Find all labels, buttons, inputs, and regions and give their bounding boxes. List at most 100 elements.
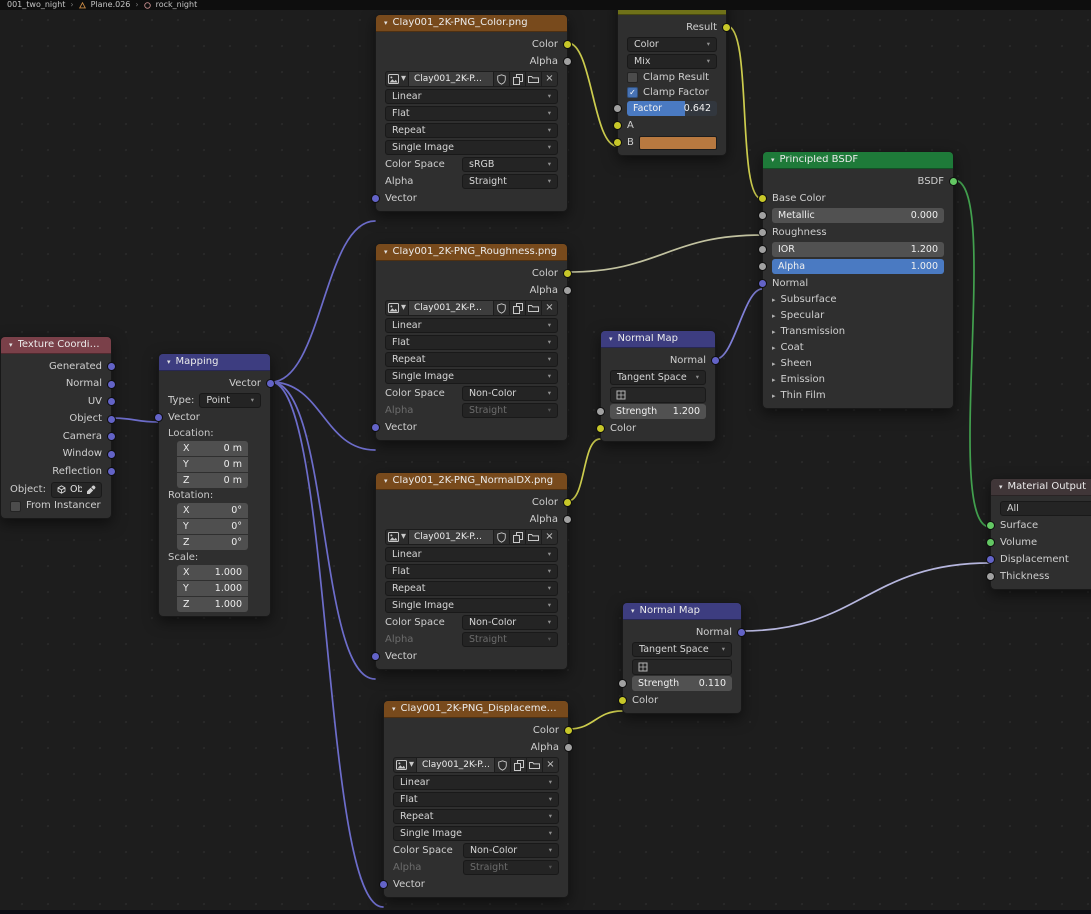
- clamp-result-checkbox[interactable]: [627, 72, 638, 83]
- scale-z-slider[interactable]: Z1.000: [177, 597, 248, 612]
- socket-base-color-input[interactable]: [758, 194, 767, 203]
- chevron-down-icon[interactable]: ▾: [631, 608, 635, 615]
- alpha-mode-dropdown[interactable]: Straight▾: [463, 860, 559, 875]
- open-image-button[interactable]: [527, 757, 543, 773]
- node-header[interactable]: ▾ Normal Map: [623, 603, 741, 620]
- socket-alpha-output[interactable]: [564, 743, 573, 752]
- copy-button[interactable]: [511, 757, 527, 773]
- image-browse-button[interactable]: ▾: [385, 71, 409, 87]
- b-color-swatch[interactable]: [639, 136, 717, 150]
- node-header[interactable]: ▾ Normal Map: [601, 331, 715, 348]
- projection-dropdown[interactable]: Flat▾: [385, 564, 558, 579]
- unlink-button[interactable]: ×: [542, 529, 558, 545]
- space-dropdown[interactable]: Tangent Space▾: [632, 642, 732, 657]
- chevron-down-icon[interactable]: ▾: [392, 706, 396, 713]
- fake-user-button[interactable]: [494, 71, 510, 87]
- chevron-down-icon[interactable]: ▾: [384, 249, 388, 256]
- chevron-down-icon[interactable]: ▾: [167, 359, 171, 366]
- socket-color-output[interactable]: [564, 726, 573, 735]
- scale-y-slider[interactable]: Y1.000: [177, 581, 248, 596]
- blend-mode-dropdown[interactable]: Mix▾: [627, 54, 717, 69]
- projection-dropdown[interactable]: Flat▾: [385, 106, 558, 121]
- socket-normal-output[interactable]: [737, 628, 746, 637]
- rotation-z-slider[interactable]: Z0°: [177, 535, 248, 550]
- socket-roughness-input[interactable]: [758, 228, 767, 237]
- colorspace-dropdown[interactable]: sRGB▾: [462, 157, 558, 172]
- socket-generated-output[interactable]: [107, 362, 116, 371]
- image-browse-button[interactable]: ▾: [393, 757, 417, 773]
- socket-vector-input[interactable]: [379, 880, 388, 889]
- panel-emission[interactable]: ▸ Emission: [763, 372, 953, 388]
- colorspace-dropdown[interactable]: Non-Color▾: [462, 615, 558, 630]
- open-image-button[interactable]: [526, 300, 542, 316]
- source-dropdown[interactable]: Single Image▾: [385, 140, 558, 155]
- breadcrumb-object[interactable]: Plane.026: [91, 1, 131, 9]
- type-dropdown[interactable]: Point ▾: [199, 393, 261, 408]
- socket-displacement-input[interactable]: [986, 555, 995, 564]
- shader-editor-canvas[interactable]: ▾ Texture Coordinate Generated Normal UV…: [0, 0, 1091, 914]
- ior-slider[interactable]: IOR 1.200: [772, 242, 944, 257]
- scale-x-slider[interactable]: X1.000: [177, 565, 248, 580]
- socket-alpha-output[interactable]: [563, 286, 572, 295]
- unlink-button[interactable]: ×: [542, 300, 558, 316]
- node-mix[interactable]: ▾ Mix Result Color▾ Mix▾ Clamp Result ✓ …: [617, 0, 727, 156]
- socket-color-input[interactable]: [618, 696, 627, 705]
- socket-vector-input[interactable]: [371, 194, 380, 203]
- target-dropdown[interactable]: All: [1000, 501, 1091, 516]
- alpha-mode-dropdown[interactable]: Straight▾: [462, 632, 558, 647]
- chevron-down-icon[interactable]: ▾: [384, 478, 388, 485]
- alpha-slider[interactable]: Alpha 1.000: [772, 259, 944, 274]
- socket-reflection-output[interactable]: [107, 467, 116, 476]
- socket-result-output[interactable]: [722, 23, 731, 32]
- eyedropper-icon[interactable]: [86, 485, 96, 495]
- unlink-button[interactable]: ×: [543, 757, 559, 773]
- image-name-field[interactable]: Clay001_2K-P...: [409, 71, 494, 87]
- uv-map-field[interactable]: [632, 659, 732, 675]
- node-texture-coordinate[interactable]: ▾ Texture Coordinate Generated Normal UV…: [0, 336, 112, 519]
- panel-transmission[interactable]: ▸ Transmission: [763, 324, 953, 340]
- socket-a-input[interactable]: [613, 121, 622, 130]
- socket-alpha-output[interactable]: [563, 57, 572, 66]
- rotation-y-slider[interactable]: Y0°: [177, 519, 248, 534]
- socket-vector-output[interactable]: [266, 379, 275, 388]
- socket-vector-input[interactable]: [371, 423, 380, 432]
- node-header[interactable]: ▾ Principled BSDF: [763, 152, 953, 169]
- alpha-mode-dropdown[interactable]: Straight▾: [462, 174, 558, 189]
- node-header[interactable]: ▾ Mapping: [159, 354, 270, 371]
- node-image-texture-displacement[interactable]: ▾ Clay001_2K-PNG_Displacement.png Color …: [383, 700, 569, 898]
- rotation-x-slider[interactable]: X0°: [177, 503, 248, 518]
- location-x-slider[interactable]: X0 m: [177, 441, 248, 456]
- chevron-down-icon[interactable]: ▾: [609, 336, 613, 343]
- socket-bsdf-output[interactable]: [949, 177, 958, 186]
- panel-thin-film[interactable]: ▸ Thin Film: [763, 388, 953, 404]
- fake-user-button[interactable]: [494, 300, 510, 316]
- colorspace-dropdown[interactable]: Non-Color▾: [462, 386, 558, 401]
- socket-strength-input[interactable]: [596, 407, 605, 416]
- node-header[interactable]: ▾ Clay001_2K-PNG_Color.png: [376, 15, 567, 32]
- image-name-field[interactable]: Clay001_2K-P...: [409, 529, 494, 545]
- socket-volume-input[interactable]: [986, 538, 995, 547]
- socket-metallic-input[interactable]: [758, 211, 767, 220]
- chevron-down-icon[interactable]: ▾: [999, 484, 1003, 491]
- copy-button[interactable]: [510, 71, 526, 87]
- factor-slider[interactable]: Factor 0.642: [627, 101, 717, 116]
- socket-vector-input[interactable]: [154, 413, 163, 422]
- panel-subsurface[interactable]: ▸ Subsurface: [763, 292, 953, 308]
- socket-alpha-input[interactable]: [758, 262, 767, 271]
- panel-sheen[interactable]: ▸ Sheen: [763, 356, 953, 372]
- node-header[interactable]: ▾ Material Output: [991, 479, 1091, 496]
- fake-user-button[interactable]: [494, 529, 510, 545]
- interpolation-dropdown[interactable]: Linear▾: [393, 775, 559, 790]
- panel-coat[interactable]: ▸ Coat: [763, 340, 953, 356]
- clamp-factor-checkbox[interactable]: ✓: [627, 87, 638, 98]
- socket-factor-input[interactable]: [613, 104, 622, 113]
- socket-window-output[interactable]: [107, 450, 116, 459]
- projection-dropdown[interactable]: Flat▾: [385, 335, 558, 350]
- unlink-button[interactable]: ×: [542, 71, 558, 87]
- uv-map-field[interactable]: [610, 387, 706, 403]
- node-header[interactable]: ▾ Texture Coordinate: [1, 337, 111, 354]
- node-normal-map-1[interactable]: ▾ Normal Map Normal Tangent Space▾ Stren…: [600, 330, 716, 442]
- socket-vector-input[interactable]: [371, 652, 380, 661]
- colorspace-dropdown[interactable]: Non-Color▾: [463, 843, 559, 858]
- node-image-texture-normaldx[interactable]: ▾ Clay001_2K-PNG_NormalDX.png Color Alph…: [375, 472, 568, 670]
